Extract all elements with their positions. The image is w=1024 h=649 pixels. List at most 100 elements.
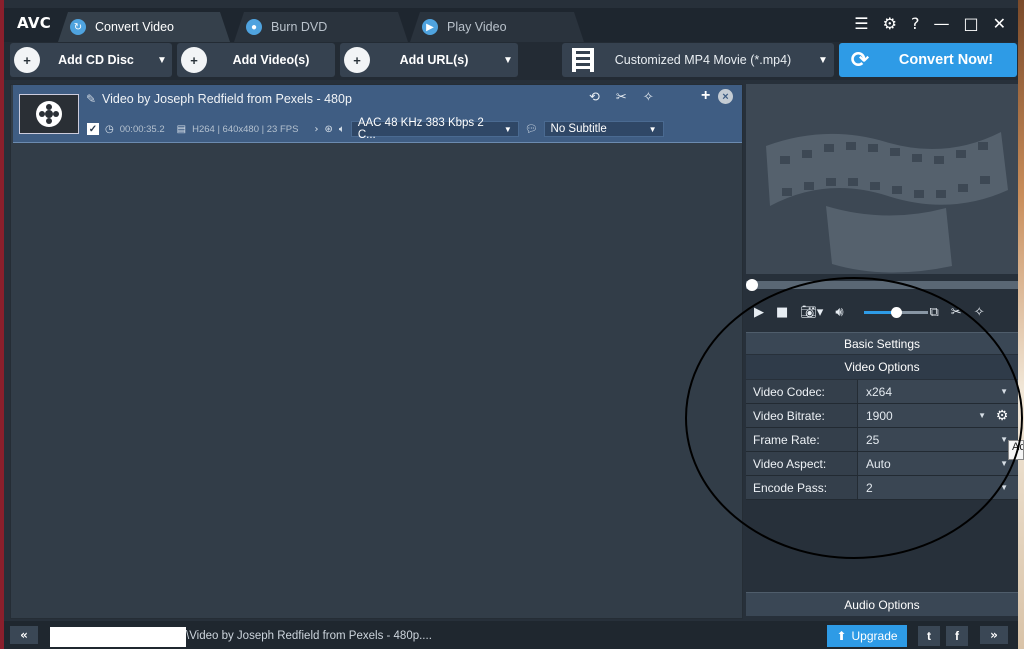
button-label: Add Video(s) xyxy=(232,53,310,67)
scissors-icon[interactable]: ✂ xyxy=(616,90,627,105)
dropdown-arrow-icon[interactable]: ▼ xyxy=(152,55,172,66)
close-icon[interactable]: × xyxy=(718,89,733,104)
film-reel-icon xyxy=(36,101,62,127)
output-profile-select[interactable]: Customized MP4 Movie (*.mp4) ▼ xyxy=(562,43,834,77)
setting-value: Auto xyxy=(866,456,891,471)
setting-value: 25 xyxy=(866,432,880,447)
reel-icon: ⊛ xyxy=(324,123,333,135)
gear-icon[interactable]: ⚙ xyxy=(992,406,1012,426)
stop-icon[interactable]: ■ xyxy=(776,305,788,320)
frame-rate-select[interactable]: 25 ▼ xyxy=(858,428,1018,451)
speaker-icon: 🔈︎ xyxy=(338,123,345,135)
help-icon[interactable]: ? xyxy=(911,14,920,33)
convert-now-button[interactable]: ⟳ Convert Now! xyxy=(839,43,1017,77)
audio-options-header[interactable]: Audio Options xyxy=(746,592,1018,616)
setting-row-video-aspect: Video Aspect: Auto ▼ xyxy=(746,452,1018,476)
volume-handle[interactable] xyxy=(891,307,902,318)
subtitle-select[interactable]: No Subtitle ▼ xyxy=(543,121,664,137)
video-settings-table: Video Codec: x264 ▼ Video Bitrate: 1900 ▼ ⚙… xyxy=(746,380,1018,500)
file-meta: ✓ ◷ 00:00:35.2 ▤ H264 | 640x480 | 23 FPS… xyxy=(87,117,664,141)
maximize-icon[interactable]: □ xyxy=(963,14,978,33)
setting-label: Frame Rate: xyxy=(746,428,858,451)
rotate-icon[interactable]: ⟲ xyxy=(589,90,600,105)
add-videos-button[interactable]: + Add Video(s) xyxy=(177,43,335,77)
video-preview xyxy=(746,84,1018,274)
seek-bar[interactable] xyxy=(746,281,1018,289)
volume-icon[interactable]: 🔊︎ xyxy=(835,305,843,320)
file-checkbox[interactable]: ✓ xyxy=(87,123,99,135)
video-thumbnail[interactable] xyxy=(19,94,79,134)
film-strip-icon xyxy=(572,48,594,72)
add-cd-disc-button[interactable]: + Add CD Disc ▼ xyxy=(10,43,172,77)
right-panel: ▶ ■ 📷︎▾ 🔊︎ ⧉ ✂ ✧ Basic Settings Video Op… xyxy=(746,84,1018,619)
clock-icon: ◷ xyxy=(105,123,114,135)
app-logo: AVC xyxy=(17,14,52,32)
seek-handle[interactable] xyxy=(746,279,758,291)
video-options-header[interactable]: Video Options xyxy=(746,355,1018,379)
camera-icon[interactable]: 📷︎▾ xyxy=(800,305,823,320)
refresh-icon: ↻ xyxy=(70,19,86,35)
menu-icon[interactable]: ☰ xyxy=(854,14,868,33)
play-icon[interactable]: ▶ xyxy=(754,305,764,320)
output-path-field[interactable] xyxy=(50,627,186,647)
dropdown-arrow-icon[interactable]: ▼ xyxy=(498,55,518,66)
facebook-icon[interactable]: f xyxy=(946,626,968,646)
film-strip-placeholder-icon xyxy=(766,132,1008,273)
scissors-icon[interactable]: ✂ xyxy=(951,305,962,320)
video-codec-select[interactable]: x264 ▼ xyxy=(858,380,1018,403)
setting-value: 1900 xyxy=(866,408,893,423)
tooltip: Ac xyxy=(1008,440,1024,460)
refresh-icon: ⟳ xyxy=(850,47,870,73)
collapse-button[interactable]: « xyxy=(10,626,38,644)
duration: 00:00:35.2 xyxy=(119,123,165,135)
plus-icon[interactable]: + xyxy=(701,87,710,105)
gear-icon[interactable]: ⚙ xyxy=(883,14,897,33)
background-wallpaper xyxy=(1018,0,1024,649)
output-path: \Video by Joseph Redfield from Pexels - … xyxy=(186,630,432,642)
button-label: Convert Now! xyxy=(898,52,994,68)
audio-track-value: AAC 48 KHz 383 Kbps 2 C... xyxy=(357,117,484,141)
upgrade-button[interactable]: ⬆ Upgrade xyxy=(827,625,907,647)
setting-row-video-bitrate: Video Bitrate: 1900 ▼ ⚙ xyxy=(746,404,1018,428)
dropdown-arrow-icon: ▼ xyxy=(1000,435,1008,444)
chevron-right-icon[interactable]: › xyxy=(314,124,318,135)
video-aspect-select[interactable]: Auto ▼ xyxy=(858,452,1018,475)
tab-play-video[interactable]: ▶ Play Video xyxy=(410,12,584,42)
magic-wand-icon[interactable]: ✧ xyxy=(974,305,985,320)
expand-button[interactable]: » xyxy=(980,626,1008,644)
basic-settings-header[interactable]: Basic Settings xyxy=(746,332,1018,354)
twitter-icon[interactable]: t xyxy=(918,626,940,646)
dropdown-arrow-icon: ▼ xyxy=(1000,387,1008,396)
dropdown-arrow-icon: ▼ xyxy=(1000,459,1008,468)
minimize-icon[interactable]: — xyxy=(933,14,949,33)
setting-value: x264 xyxy=(866,384,893,399)
file-list-panel: ✎ Video by Joseph Redfield from Pexels -… xyxy=(10,84,743,619)
cd-add-icon: + xyxy=(14,47,40,73)
dropdown-arrow-icon: ▼ xyxy=(978,411,986,420)
file-title[interactable]: Video by Joseph Redfield from Pexels - 4… xyxy=(102,92,352,106)
tab-label: Convert Video xyxy=(95,20,174,34)
file-list-item[interactable]: ✎ Video by Joseph Redfield from Pexels -… xyxy=(13,85,742,143)
encode-pass-select[interactable]: 2 ▼ xyxy=(858,476,1018,499)
profile-label: Customized MP4 Movie (*.mp4) xyxy=(614,53,792,67)
pencil-icon[interactable]: ✎ xyxy=(86,92,96,106)
status-bar: « \Video by Joseph Redfield from Pexels … xyxy=(4,621,1018,649)
copy-icon[interactable]: ⧉ xyxy=(930,305,939,320)
video-bitrate-select[interactable]: 1900 ▼ ⚙ xyxy=(858,404,1018,427)
close-icon[interactable]: ✕ xyxy=(993,14,1006,33)
setting-label: Video Aspect: xyxy=(746,452,858,475)
magic-wand-icon[interactable]: ✧ xyxy=(643,90,654,105)
add-urls-button[interactable]: + Add URL(s) ▼ xyxy=(340,43,518,77)
tab-burn-dvd[interactable]: ● Burn DVD xyxy=(234,12,408,42)
tab-convert-video[interactable]: ↻ Convert Video xyxy=(58,12,230,42)
button-label: Add CD Disc xyxy=(58,53,134,67)
upload-arrow-icon: ⬆ xyxy=(836,629,847,643)
setting-label: Video Codec: xyxy=(746,380,858,403)
audio-track-select[interactable]: AAC 48 KHz 383 Kbps 2 C... ▼ xyxy=(350,117,519,141)
dropdown-arrow-icon: ▼ xyxy=(503,124,512,134)
setting-row-video-codec: Video Codec: x264 ▼ xyxy=(746,380,1018,404)
film-reel-add-icon: + xyxy=(181,47,207,73)
play-icon: ▶ xyxy=(422,19,438,35)
globe-add-icon: + xyxy=(344,47,370,73)
toolbar: + Add CD Disc ▼ + Add Video(s) + Add URL… xyxy=(4,42,1018,80)
